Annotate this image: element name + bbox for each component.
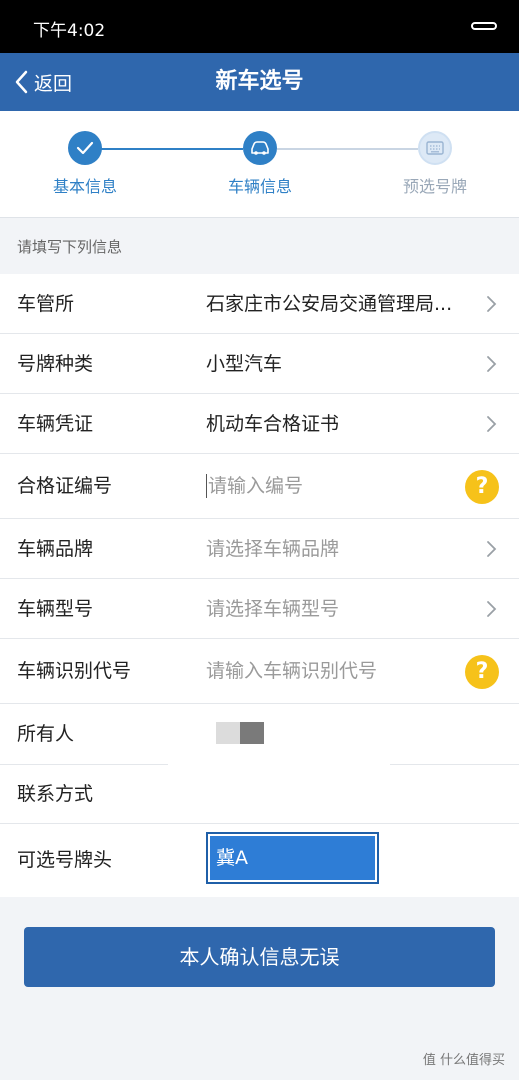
step-basic-info: 基本信息 (25, 131, 145, 197)
chevron-right-icon (487, 296, 497, 312)
model-placeholder: 请选择车辆型号 (206, 598, 340, 620)
plate-type-row[interactable]: 号牌种类 小型汽车 (0, 334, 519, 394)
step-label: 基本信息 (52, 177, 117, 196)
battery-icon (471, 22, 497, 30)
vin-input[interactable] (206, 660, 446, 682)
step-vehicle-info: 车辆信息 (200, 131, 320, 197)
plate-prefix-row: 可选号牌头 冀A (0, 824, 519, 897)
chevron-right-icon (487, 416, 497, 432)
office-row[interactable]: 车管所 石家庄市公安局交通管理局... (0, 274, 519, 334)
field-label: 号牌种类 (17, 353, 94, 375)
certificate-value: 机动车合格证书 (206, 413, 340, 435)
mask-block (216, 722, 240, 744)
office-value: 石家庄市公安局交通管理局... (206, 293, 453, 315)
owner-row: 所有人 (0, 704, 519, 765)
vehicle-form: 车管所 石家庄市公安局交通管理局... 号牌种类 小型汽车 车辆凭证 机动车合格… (0, 274, 519, 897)
chevron-right-icon (487, 356, 497, 372)
field-label: 车辆识别代号 (17, 660, 132, 682)
text-cursor (206, 474, 207, 498)
cert-no-row: 合格证编号 ? (0, 454, 519, 519)
field-label: 联系方式 (17, 783, 94, 805)
question-icon[interactable]: ? (465, 655, 499, 689)
section-hint: 请填写下列信息 (17, 238, 123, 256)
field-label: 所有人 (17, 723, 75, 745)
question-icon[interactable]: ? (465, 470, 499, 504)
check-icon (68, 131, 102, 165)
plate-prefix-select[interactable]: 冀A (206, 832, 379, 884)
mask-block (240, 722, 264, 744)
field-label: 车辆型号 (17, 598, 94, 620)
field-label: 车辆凭证 (17, 413, 94, 435)
field-label: 合格证编号 (17, 475, 113, 497)
vin-row: 车辆识别代号 ? (0, 639, 519, 704)
field-label: 车管所 (17, 293, 75, 315)
contact-row: 联系方式 (0, 764, 519, 824)
field-label: 可选号牌头 (17, 849, 113, 871)
car-icon (243, 131, 277, 165)
step-plate-select: 预选号牌 (375, 131, 495, 197)
chevron-right-icon (487, 541, 497, 557)
owner-name-masked (216, 722, 264, 744)
plate-type-value: 小型汽车 (206, 353, 283, 375)
chevron-right-icon (487, 601, 497, 617)
status-time: 下午4:02 (33, 21, 106, 41)
watermark: 值 什么值得买 (422, 1053, 505, 1068)
nav-bar: 返回 新车选号 (0, 53, 519, 111)
keyboard-icon (418, 131, 452, 165)
page-title: 新车选号 (215, 69, 304, 94)
cert-no-input[interactable] (208, 475, 448, 497)
field-label: 车辆品牌 (17, 538, 94, 560)
progress-stepper: 基本信息 车辆信息 预选号牌 (0, 111, 519, 327)
certificate-row[interactable]: 车辆凭证 机动车合格证书 (0, 394, 519, 454)
brand-placeholder: 请选择车辆品牌 (206, 538, 340, 560)
step-label: 预选号牌 (402, 177, 467, 196)
chevron-left-icon (15, 70, 28, 94)
back-button[interactable]: 返回 (14, 53, 72, 111)
status-bar: 下午4:02 (0, 0, 519, 53)
step-label: 车辆信息 (227, 177, 292, 196)
confirm-button[interactable]: 本人确认信息无误 (24, 927, 495, 987)
model-row[interactable]: 车辆型号 请选择车辆型号 (0, 579, 519, 639)
brand-row[interactable]: 车辆品牌 请选择车辆品牌 (0, 519, 519, 579)
back-label: 返回 (34, 72, 73, 95)
